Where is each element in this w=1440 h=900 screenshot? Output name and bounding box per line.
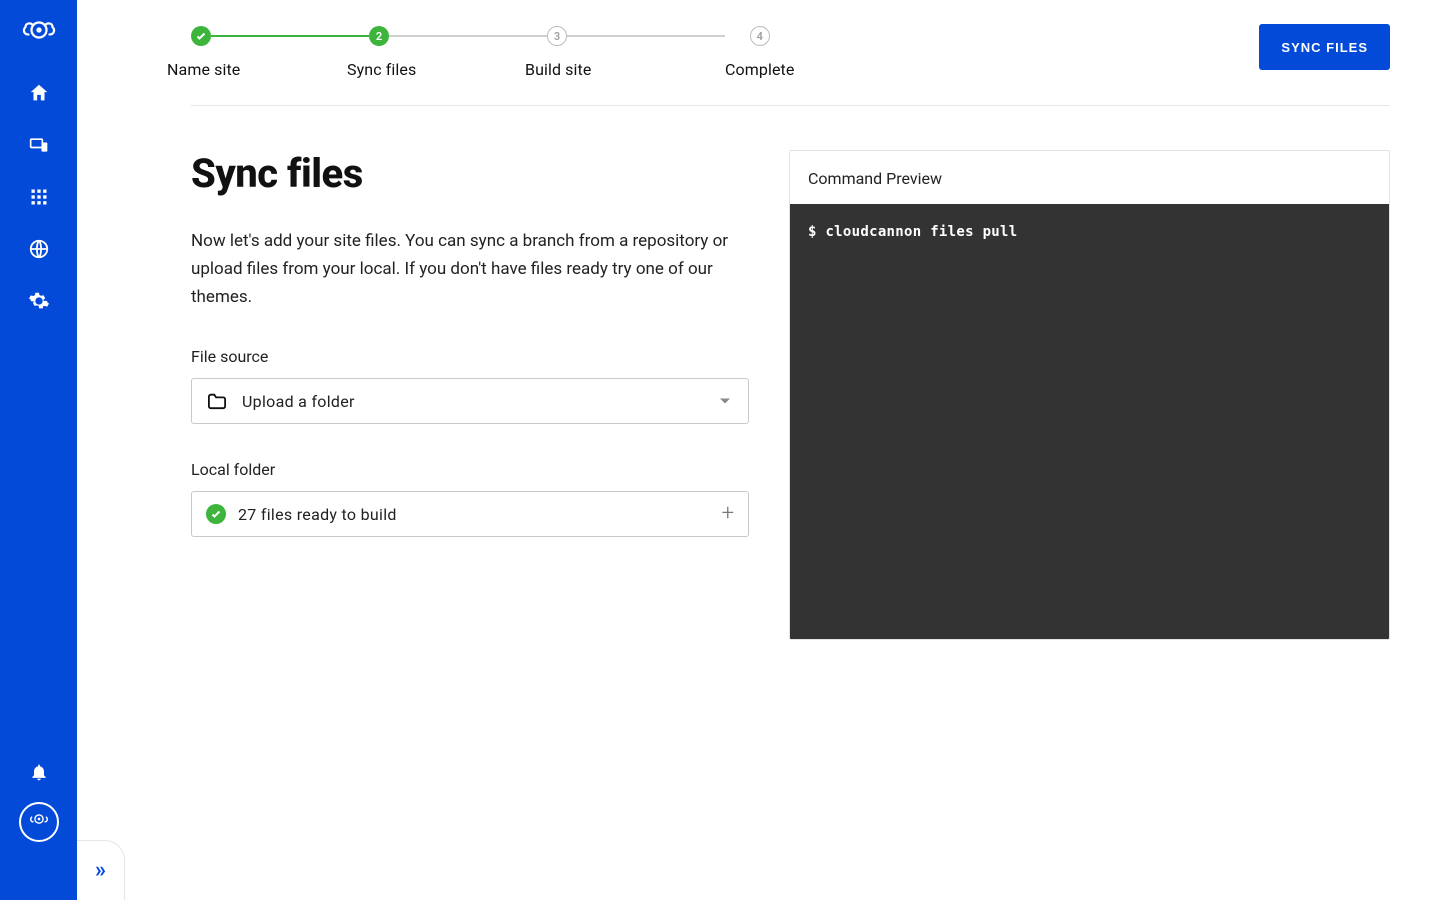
- command-preview-header: Command Preview: [790, 151, 1389, 204]
- step-complete: 4 Complete: [725, 26, 794, 79]
- step-connector: [211, 35, 369, 37]
- local-folder-status: 27 files ready to build: [238, 505, 397, 524]
- page-title: Sync files: [191, 150, 749, 197]
- step-build-site: 3 Build site: [547, 26, 725, 79]
- file-source-value: Upload a folder: [242, 392, 355, 411]
- nav-devices[interactable]: [28, 134, 50, 156]
- form-column: Sync files Now let's add your site files…: [191, 150, 749, 640]
- divider: [191, 105, 1390, 106]
- nav-globe[interactable]: [28, 238, 50, 260]
- stepper: Name site 2 Sync files 3 Bui: [191, 24, 794, 79]
- file-source-select[interactable]: Upload a folder: [191, 378, 749, 424]
- brand-logo: [21, 18, 57, 54]
- command-line: $ cloudcannon files pull: [808, 224, 1371, 240]
- step-indicator-upcoming: 4: [750, 26, 770, 46]
- content-area: Sync files Now let's add your site files…: [191, 150, 1390, 640]
- command-preview-panel: Command Preview $ cloudcannon files pull: [789, 150, 1390, 640]
- nav-settings[interactable]: [28, 290, 50, 312]
- command-column: Command Preview $ cloudcannon files pull: [789, 150, 1390, 640]
- main-content: Name site 2 Sync files 3 Bui: [77, 0, 1440, 900]
- file-source-label: File source: [191, 347, 749, 366]
- step-number: 3: [554, 30, 560, 43]
- step-connector: [567, 35, 725, 37]
- step-sync-files: 2 Sync files: [369, 26, 547, 79]
- step-indicator-upcoming: 3: [547, 26, 567, 46]
- command-preview-body: $ cloudcannon files pull: [790, 204, 1389, 639]
- step-label: Sync files: [347, 60, 416, 79]
- local-folder-label: Local folder: [191, 460, 749, 479]
- local-folder-input[interactable]: 27 files ready to build +: [191, 491, 749, 537]
- step-label: Build site: [525, 60, 591, 79]
- step-indicator-active: 2: [369, 26, 389, 46]
- nav-home[interactable]: [28, 82, 50, 104]
- notifications-icon[interactable]: [29, 762, 49, 782]
- chevrons-right-icon: »: [95, 858, 106, 883]
- nav-group: [28, 82, 50, 312]
- plus-icon: +: [722, 503, 734, 525]
- account-avatar[interactable]: [19, 802, 59, 842]
- sidebar: [0, 0, 77, 900]
- step-number: 2: [376, 30, 382, 43]
- step-label: Name site: [167, 60, 240, 79]
- expand-sidebar-button[interactable]: »: [77, 840, 125, 900]
- sidebar-bottom: [0, 762, 77, 900]
- step-label: Complete: [725, 60, 794, 79]
- step-connector: [389, 35, 547, 37]
- step-number: 4: [757, 30, 763, 43]
- chevron-down-icon: [720, 399, 730, 404]
- folder-icon: [206, 392, 228, 410]
- page-intro: Now let's add your site files. You can s…: [191, 227, 731, 311]
- topbar: Name site 2 Sync files 3 Bui: [191, 0, 1390, 79]
- nav-apps[interactable]: [28, 186, 50, 208]
- check-circle-icon: [206, 504, 226, 524]
- step-indicator-done: [191, 26, 211, 46]
- step-name-site: Name site: [191, 26, 369, 79]
- sync-files-button[interactable]: SYNC FILES: [1259, 24, 1390, 70]
